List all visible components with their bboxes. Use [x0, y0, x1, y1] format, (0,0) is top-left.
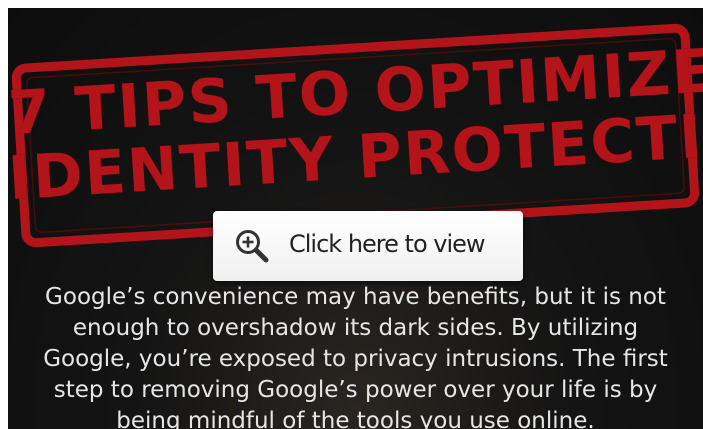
image-frame: 7 TIPS TO OPTIMIZE IDENTITY PROTECTION C… — [0, 0, 703, 429]
zoom-in-icon — [236, 230, 269, 263]
click-to-view-button[interactable]: Click here to view — [213, 211, 523, 281]
intro-line-1: Google’s convenience may have benefits, … — [45, 284, 666, 310]
infographic-preview[interactable]: 7 TIPS TO OPTIMIZE IDENTITY PROTECTION C… — [8, 8, 703, 429]
intro-line-3: Google, you’re exposed to privacy intrus… — [43, 346, 668, 372]
intro-line-5: being mindful of the tools you use onlin… — [116, 408, 595, 429]
intro-line-4: step to removing Google’s power over you… — [53, 377, 658, 403]
intro-paragraph: Google’s convenience may have benefits, … — [8, 282, 703, 429]
intro-line-2: enough to overshadow its dark sides. By … — [72, 315, 639, 341]
click-to-view-label: Click here to view — [289, 230, 486, 258]
